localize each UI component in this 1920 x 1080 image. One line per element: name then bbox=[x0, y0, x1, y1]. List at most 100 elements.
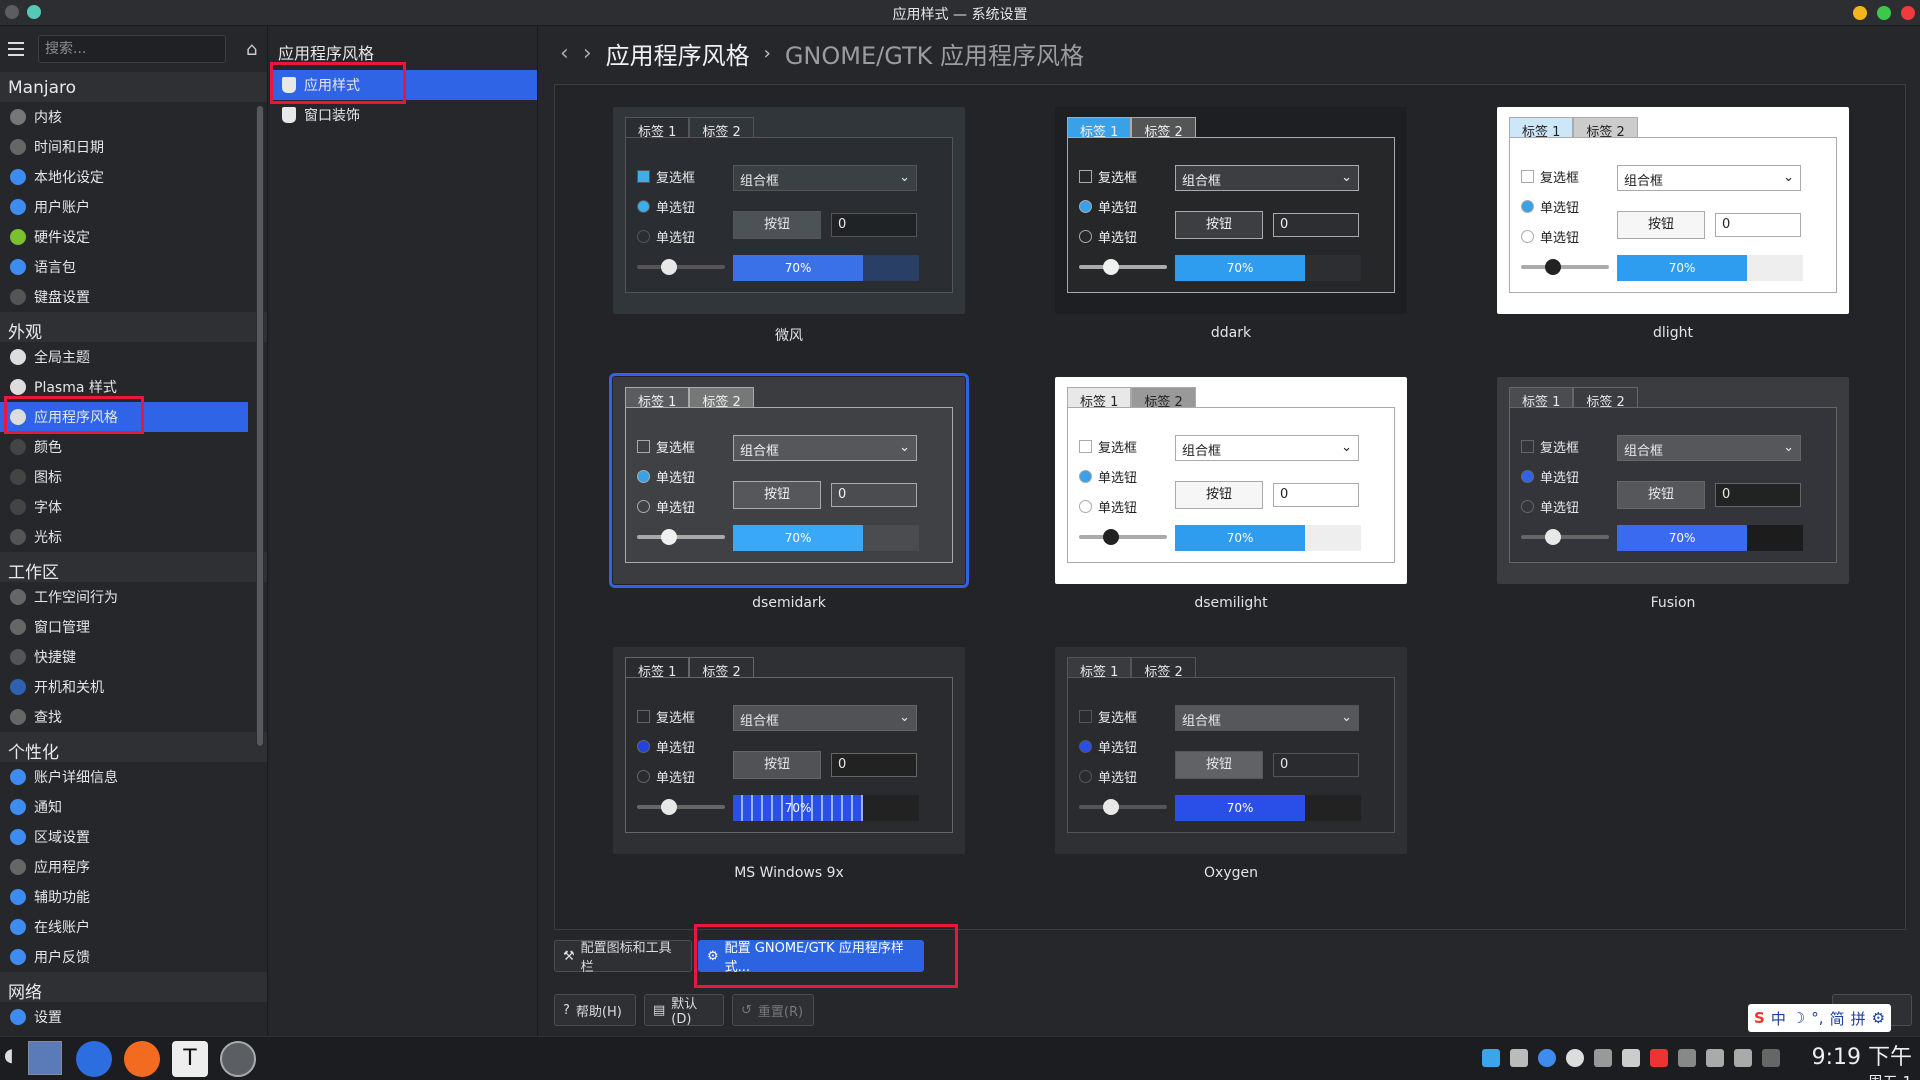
ime-simplified[interactable]: 简 bbox=[1830, 1008, 1845, 1029]
radio-icon bbox=[1079, 770, 1092, 783]
configure-icons-toolbar-button[interactable]: ⚒ 配置图标和工具栏 bbox=[554, 940, 692, 975]
sidebar-item[interactable]: 辅助功能 bbox=[0, 882, 267, 912]
help-button[interactable]: ? 帮助(H) bbox=[554, 994, 636, 1026]
progress-label: 70% bbox=[784, 261, 812, 275]
style-card[interactable]: 标签 1 标签 2 复选框 单选钮 单选钮 组合框 ⌄ 按钮 0 70% 微风 bbox=[555, 85, 1023, 345]
chevron-down-icon: ⌄ bbox=[1341, 440, 1352, 455]
ime-mode[interactable]: 中 bbox=[1771, 1008, 1786, 1029]
input-method-bar[interactable]: S 中 ☽ °, 简 拼 ⚙ bbox=[1748, 1004, 1892, 1032]
hamburger-menu-icon[interactable] bbox=[8, 42, 24, 56]
sidebar-item[interactable]: 设置 bbox=[0, 1002, 267, 1032]
sidebar-item[interactable]: 应用程序风格 bbox=[0, 402, 248, 432]
home-icon[interactable]: ⌂ bbox=[246, 39, 257, 60]
checkbox-label: 复选框 bbox=[656, 711, 696, 726]
back-icon[interactable]: ‹ bbox=[560, 41, 569, 66]
sidebar-item[interactable]: 工作空间行为 bbox=[0, 582, 267, 612]
punctuation-icon[interactable]: °, bbox=[1811, 1009, 1823, 1027]
sidebar-item[interactable]: 用户账户 bbox=[0, 192, 267, 222]
sidebar-item[interactable]: 颜色 bbox=[0, 432, 267, 462]
sidebar-item[interactable]: 用户反馈 bbox=[0, 942, 267, 972]
preview-radio-2: 单选钮 bbox=[1079, 767, 1137, 786]
firefox-icon[interactable] bbox=[124, 1041, 160, 1077]
sidebar-item[interactable]: 全局主题 bbox=[0, 342, 267, 372]
preview-radio-1: 单选钮 bbox=[1079, 737, 1137, 756]
breadcrumb-current[interactable]: 应用程序风格 bbox=[606, 36, 750, 71]
sidebar-item[interactable]: 通知 bbox=[0, 792, 267, 822]
slider-knob bbox=[1103, 799, 1119, 815]
notes-icon[interactable] bbox=[1622, 1049, 1640, 1067]
sidebar-item[interactable]: 应用程序 bbox=[0, 852, 267, 882]
desktop-pager-icon[interactable] bbox=[28, 1041, 62, 1075]
forward-icon[interactable]: › bbox=[583, 41, 592, 66]
checkbox-label: 复选框 bbox=[1098, 441, 1138, 456]
sidebar-item[interactable]: 区域设置 bbox=[0, 822, 267, 852]
sogou-icon[interactable] bbox=[1650, 1049, 1668, 1067]
sidebar-item[interactable]: 语言包 bbox=[0, 252, 267, 282]
sidebar-item[interactable]: 本地化设定 bbox=[0, 162, 267, 192]
sidebar-item[interactable]: 在线账户 bbox=[0, 912, 267, 942]
search-input[interactable] bbox=[38, 35, 226, 63]
defaults-button[interactable]: ▤ 默认(D) bbox=[644, 994, 724, 1027]
sidebar-item[interactable]: 查找 bbox=[0, 702, 267, 732]
subcategory-item-window-decoration[interactable]: 窗口装饰 bbox=[270, 100, 537, 130]
text-editor-icon[interactable]: T bbox=[172, 1041, 208, 1077]
style-card[interactable]: 标签 1 标签 2 复选框 单选钮 单选钮 组合框 ⌄ 按钮 0 70% dsemilight bbox=[997, 355, 1465, 615]
tools-icon: ⚒ bbox=[563, 948, 575, 964]
check-icon[interactable] bbox=[1566, 1049, 1584, 1067]
sidebar-item[interactable]: Plasma 样式 bbox=[0, 372, 267, 402]
sidebar-item[interactable]: 时间和日期 bbox=[0, 132, 267, 162]
updates-icon[interactable] bbox=[1594, 1049, 1612, 1067]
checkbox-icon bbox=[637, 440, 650, 453]
volume-icon[interactable] bbox=[1734, 1049, 1752, 1067]
preview-button: 按钮 bbox=[1175, 211, 1263, 239]
info-icon[interactable] bbox=[1538, 1049, 1556, 1067]
style-card[interactable]: 标签 1 标签 2 复选框 单选钮 单选钮 组合框 ⌄ 按钮 0 70% ddark bbox=[997, 85, 1465, 345]
bluetooth-icon[interactable] bbox=[1678, 1049, 1696, 1067]
application-launcher-icon[interactable]: ◖ bbox=[4, 1045, 24, 1080]
wifi-icon[interactable] bbox=[1706, 1049, 1724, 1067]
preview-button: 按钮 bbox=[733, 211, 821, 239]
sidebar-item-label: 语言包 bbox=[34, 260, 76, 276]
close-button[interactable] bbox=[1901, 6, 1915, 20]
sidebar-item-label: 应用程序 bbox=[34, 860, 90, 876]
radio-label: 单选钮 bbox=[1540, 501, 1580, 516]
sidebar-item[interactable]: 窗口管理 bbox=[0, 612, 267, 642]
sidebar-item[interactable]: 硬件设定 bbox=[0, 222, 267, 252]
sidebar-item[interactable]: 账户详细信息 bbox=[0, 762, 267, 792]
moon-icon[interactable]: ☽ bbox=[1792, 1009, 1805, 1027]
ime-pinyin[interactable]: 拼 bbox=[1851, 1008, 1866, 1029]
clipboard-icon[interactable] bbox=[1510, 1049, 1528, 1067]
sidebar-item[interactable]: 字体 bbox=[0, 492, 267, 522]
file-manager-icon[interactable] bbox=[76, 1041, 112, 1077]
chevron-up-icon[interactable] bbox=[1762, 1049, 1780, 1067]
sidebar-item[interactable]: 开机和关机 bbox=[0, 672, 267, 702]
preview-button: 按钮 bbox=[1175, 751, 1263, 779]
maximize-button[interactable] bbox=[1877, 6, 1891, 20]
folder-icon[interactable] bbox=[1482, 1049, 1500, 1067]
subcategory-item-app-style[interactable]: 应用样式 bbox=[270, 70, 537, 100]
clock[interactable]: 9:19 下午 周五 1 bbox=[1812, 1039, 1912, 1080]
button-label: 配置图标和工具栏 bbox=[580, 941, 672, 975]
sidebar-item[interactable]: 快捷键 bbox=[0, 642, 267, 672]
taskbar: ◖ T 9:19 下午 周五 1 bbox=[0, 1036, 1920, 1080]
sidebar-item[interactable]: 光标 bbox=[0, 522, 267, 552]
style-card[interactable]: 标签 1 标签 2 复选框 单选钮 单选钮 组合框 ⌄ 按钮 0 70% Fusion bbox=[1439, 355, 1907, 615]
gear-icon[interactable]: ⚙ bbox=[1872, 1009, 1885, 1027]
sogou-icon: S bbox=[1754, 1009, 1765, 1027]
style-card[interactable]: 标签 1 标签 2 复选框 单选钮 单选钮 组合框 ⌄ 按钮 0 70% dsemidark bbox=[555, 355, 1023, 615]
style-card[interactable]: 标签 1 标签 2 复选框 单选钮 单选钮 组合框 ⌄ 按钮 0 70% Oxygen bbox=[997, 625, 1465, 885]
system-settings-icon[interactable] bbox=[220, 1041, 256, 1077]
subcategory-label: 应用样式 bbox=[304, 78, 360, 94]
style-card[interactable]: 标签 1 标签 2 复选框 单选钮 单选钮 组合框 ⌄ 按钮 0 70% MS Windows 9x bbox=[555, 625, 1023, 885]
sidebar-item-label: 图标 bbox=[34, 470, 62, 486]
sidebar-item[interactable]: 图标 bbox=[0, 462, 267, 492]
minimize-button[interactable] bbox=[1853, 6, 1867, 20]
sidebar-item[interactable]: 内核 bbox=[0, 102, 267, 132]
sidebar-item[interactable]: 键盘设置 bbox=[0, 282, 267, 312]
sidebar-scrollbar[interactable] bbox=[256, 106, 264, 746]
configure-gtk-button[interactable]: ⚙ 配置 GNOME/GTK 应用程序样式... bbox=[698, 940, 924, 975]
style-card[interactable]: 标签 1 标签 2 复选框 单选钮 单选钮 组合框 ⌄ 按钮 0 70% dlight bbox=[1439, 85, 1907, 345]
style-name: ddark bbox=[1210, 325, 1252, 341]
slider-knob bbox=[1545, 259, 1561, 275]
reset-button[interactable]: ↺ 重置(R) bbox=[732, 994, 814, 1026]
